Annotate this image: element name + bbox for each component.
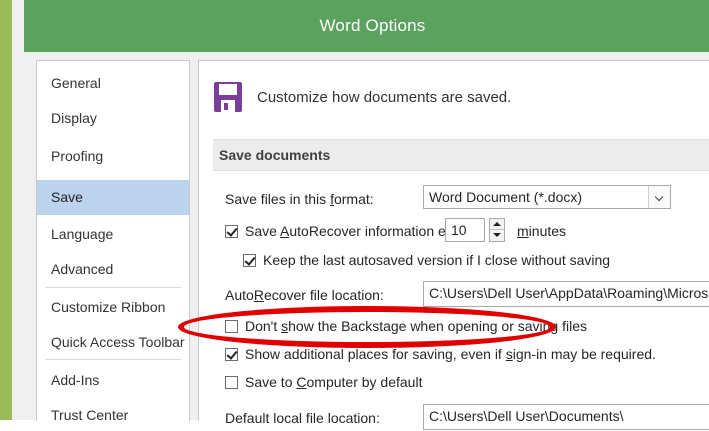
spin-up-icon[interactable]	[490, 219, 504, 230]
section-header-save-documents: Save documents	[213, 139, 709, 171]
show-additional-places-checkbox[interactable]	[225, 348, 238, 361]
save-to-computer-checkbox[interactable]	[225, 376, 238, 389]
nav-item-trust-center[interactable]: Trust Center	[37, 399, 189, 431]
title-bar: Word Options	[24, 0, 709, 53]
autorecover-checkbox[interactable]	[225, 225, 238, 238]
save-to-computer-label: Save to Computer by default	[245, 374, 423, 390]
save-options-panel: Customize how documents are saved. Save …	[198, 60, 709, 430]
spin-down-icon[interactable]	[490, 230, 504, 241]
autorecover-label: Save AutoRecover information every	[245, 223, 473, 239]
nav-item-save[interactable]: Save	[37, 180, 189, 215]
chevron-down-icon[interactable]	[648, 186, 670, 208]
section-title: Save documents	[219, 147, 331, 163]
dont-show-backstage-label: Don't show the Backstage when opening or…	[245, 318, 587, 334]
default-location-label: Default local file location:	[225, 410, 380, 426]
save-format-label: Save files in this format:	[225, 191, 374, 207]
nav-divider	[45, 359, 181, 360]
nav-divider	[45, 287, 181, 288]
minutes-label: minutes	[517, 223, 567, 239]
options-nav: General Display Proofing Save Language A…	[36, 60, 190, 423]
keep-last-version-label: Keep the last autosaved version if I clo…	[263, 252, 611, 268]
options-frame: General Display Proofing Save Language A…	[24, 52, 709, 430]
nav-item-general[interactable]: General	[37, 67, 189, 99]
window-title: Word Options	[319, 16, 426, 35]
nav-item-advanced[interactable]: Advanced	[37, 253, 189, 285]
save-disk-icon	[214, 82, 242, 112]
word-options-window: Word Options General Display Proofing Sa…	[0, 0, 709, 430]
autorecover-location-input[interactable]: C:\Users\Dell User\AppData\Roaming\Micro…	[423, 281, 709, 307]
nav-item-add-ins[interactable]: Add-Ins	[37, 364, 189, 396]
nav-item-proofing[interactable]: Proofing	[37, 140, 189, 172]
nav-item-customize-ribbon[interactable]: Customize Ribbon	[37, 291, 189, 323]
keep-last-version-checkbox[interactable]	[243, 254, 256, 267]
minutes-spinner[interactable]	[489, 218, 505, 242]
nav-item-quick-access-toolbar[interactable]: Quick Access Toolbar	[37, 326, 189, 358]
save-format-value: Word Document (*.docx)	[429, 189, 583, 205]
default-location-input[interactable]: C:\Users\Dell User\Documents\	[423, 404, 709, 430]
autorecover-location-label: AutoRecover file location:	[225, 287, 384, 303]
nav-item-language[interactable]: Language	[37, 218, 189, 250]
save-format-dropdown[interactable]: Word Document (*.docx)	[423, 185, 671, 209]
dont-show-backstage-checkbox[interactable]	[225, 320, 238, 333]
nav-item-display[interactable]: Display	[37, 102, 189, 134]
show-additional-places-label: Show additional places for saving, even …	[245, 346, 656, 362]
panel-description: Customize how documents are saved.	[257, 89, 512, 106]
autorecover-minutes-input[interactable]: 10	[445, 218, 485, 242]
